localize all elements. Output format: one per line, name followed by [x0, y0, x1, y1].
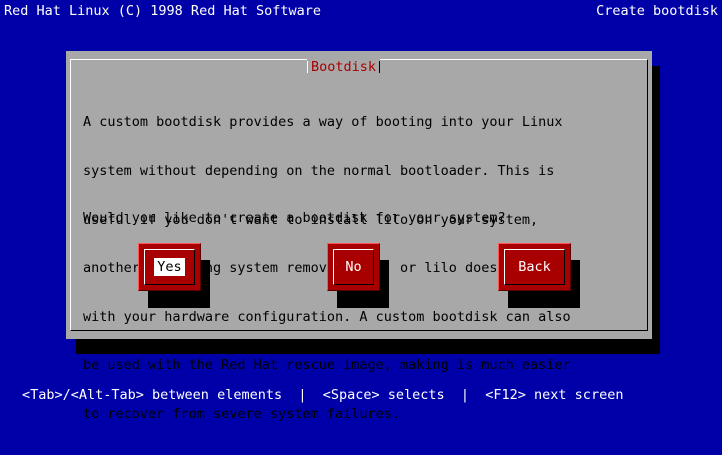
no-button-label: No [345, 259, 362, 275]
message-line: with your hardware configuration. A cust… [83, 308, 571, 325]
no-button[interactable]: No [327, 243, 380, 291]
message-line: A custom bootdisk provides a way of boot… [83, 114, 563, 131]
message-line: system without depending on the normal b… [83, 163, 555, 180]
back-button-label: Back [518, 259, 551, 275]
dialog-title: Bootdisk [307, 58, 381, 76]
app-title: Red Hat Linux (C) 1998 Red Hat Software [4, 3, 321, 19]
message-line: be used with the Red Hat rescue image, m… [83, 357, 571, 374]
bootdisk-dialog: Bootdisk A custom bootdisk provides a wa… [66, 51, 652, 422]
yes-button[interactable]: Yes [138, 243, 201, 291]
dialog-question: Would you like to create a bootdisk for … [83, 210, 506, 226]
message-line: to recover from severe system failures. [83, 406, 400, 423]
back-button[interactable]: Back [498, 243, 571, 291]
screen-title: Create bootdisk [596, 3, 718, 19]
header-bar: Red Hat Linux (C) 1998 Red Hat Software … [0, 0, 722, 22]
yes-button-label: Yes [154, 258, 185, 276]
keyboard-help-text: <Tab>/<Alt-Tab> between elements | <Spac… [22, 387, 624, 403]
status-bar: <Tab>/<Alt-Tab> between elements | <Spac… [0, 386, 722, 404]
